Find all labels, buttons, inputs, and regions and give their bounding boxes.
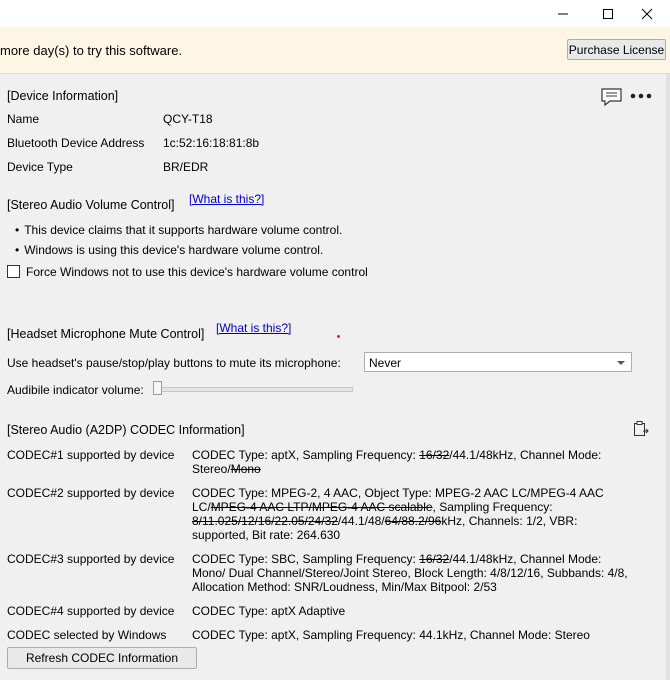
chat-bubble-icon[interactable] xyxy=(600,87,624,110)
codec4-label: CODEC#4 supported by device xyxy=(7,604,175,618)
codec2-unsupported-freq-low: 8/11.025/12/16/22.05/24/32 xyxy=(192,514,338,528)
refresh-codec-button[interactable]: Refresh CODEC Information xyxy=(7,647,197,669)
codec-selected-description: CODEC Type: aptX, Sampling Frequency: 44… xyxy=(192,628,590,642)
codec3-text-a: CODEC Type: SBC, Sampling Frequency: xyxy=(192,552,420,566)
bt-address-label: Bluetooth Device Address xyxy=(7,136,145,150)
codec1-unsupported-mode: Mono xyxy=(230,462,261,476)
force-windows-checkbox[interactable] xyxy=(7,265,20,278)
codec1-description: CODEC Type: aptX, Sampling Frequency: 16… xyxy=(192,448,632,476)
mute-mode-dropdown[interactable]: Never xyxy=(364,352,632,372)
title-bar xyxy=(0,0,670,27)
device-type-value: BR/EDR xyxy=(163,160,209,174)
main-panel: [Device Information] Name QCY-T18 Blueto… xyxy=(0,74,670,680)
indicator-volume-track[interactable] xyxy=(156,387,353,392)
mic-what-is-this-link[interactable]: [What is this?] xyxy=(216,321,291,335)
codec2-label: CODEC#2 supported by device xyxy=(7,486,175,500)
bt-address-value: 1c:52:16:18:81:8b xyxy=(163,136,260,150)
codec2-unsupported-freq-high: 64/88.2/96 xyxy=(384,514,442,528)
codec-info-heading: [Stereo Audio (A2DP) CODEC Information] xyxy=(7,423,245,437)
volume-what-is-this-link[interactable]: [What is this?] xyxy=(189,192,264,206)
chevron-down-icon xyxy=(617,361,625,365)
volume-bullet-2: Windows is using this device's hardware … xyxy=(15,243,323,257)
codec3-description: CODEC Type: SBC, Sampling Frequency: 16/… xyxy=(192,552,632,594)
name-value: QCY-T18 xyxy=(163,112,213,126)
codec1-text-a: CODEC Type: aptX, Sampling Frequency: xyxy=(192,448,420,462)
purchase-license-button[interactable]: Purchase License xyxy=(567,39,666,60)
close-icon[interactable] xyxy=(624,0,670,27)
mute-select-label: Use headset's pause/stop/play buttons to… xyxy=(7,356,341,370)
codec3-unsupported-freq: 16/32 xyxy=(419,552,450,566)
force-windows-label: Force Windows not to use this device's h… xyxy=(26,265,368,279)
mic-mute-heading: [Headset Microphone Mute Control] xyxy=(7,327,205,341)
indicator-volume-label: Audibile indicator volume: xyxy=(7,383,144,397)
codec2-description: CODEC Type: MPEG-2, 4 AAC, Object Type: … xyxy=(192,486,632,542)
clipboard-icon[interactable] xyxy=(632,420,650,441)
device-type-label: Device Type xyxy=(7,160,73,174)
codec-selected-label: CODEC selected by Windows xyxy=(7,628,167,642)
codec2-unsupported-types: MPEG-4 AAC LTP/MPEG-4 AAC scalable xyxy=(210,500,433,514)
device-info-heading: [Device Information] xyxy=(7,89,119,103)
codec2-text-b: , Sampling Frequency: xyxy=(432,500,553,514)
codec2-text-c: /44.1/48/ xyxy=(337,514,385,528)
trial-message: more day(s) to try this software. xyxy=(0,43,183,58)
scrollbar[interactable] xyxy=(666,74,670,680)
codec1-unsupported-freq: 16/32 xyxy=(419,448,450,462)
name-label: Name xyxy=(7,112,40,126)
mute-mode-value: Never xyxy=(369,356,402,370)
codec1-label: CODEC#1 supported by device xyxy=(7,448,175,462)
red-dot-mark xyxy=(337,335,340,338)
more-options-icon[interactable] xyxy=(629,88,655,107)
indicator-volume-slider-thumb[interactable] xyxy=(153,381,162,395)
trial-banner: more day(s) to try this software. Purcha… xyxy=(0,27,670,74)
volume-bullet-1: This device claims that it supports hard… xyxy=(15,223,342,237)
minimize-icon[interactable] xyxy=(540,0,586,27)
volume-control-heading: [Stereo Audio Volume Control] xyxy=(7,198,175,212)
codec4-description: CODEC Type: aptX Adaptive xyxy=(192,604,346,618)
codec3-label: CODEC#3 supported by device xyxy=(7,552,175,566)
